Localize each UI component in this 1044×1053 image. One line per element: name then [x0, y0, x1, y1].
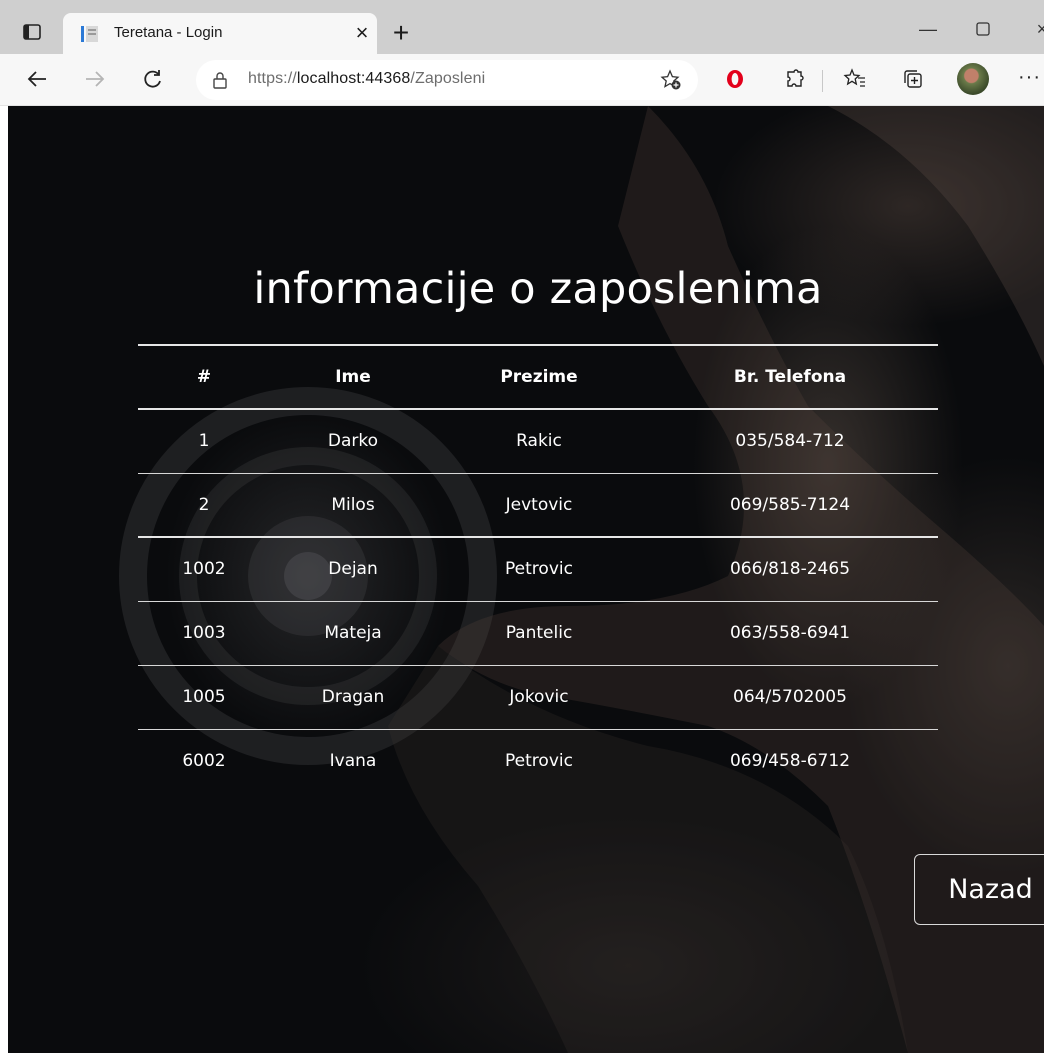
add-favorite-icon[interactable]: [660, 69, 682, 91]
close-window-icon[interactable]: ×: [1022, 14, 1044, 44]
browser-tab[interactable]: Teretana - Login ×: [63, 13, 377, 54]
toolbar-separator: [822, 70, 823, 92]
table-header-row: # Ime Prezime Br. Telefona: [138, 345, 938, 409]
address-bar[interactable]: https://localhost:44368/Zaposleni: [196, 60, 698, 100]
cell-id: 1002: [182, 559, 226, 580]
cell-last-name: Petrovic: [505, 559, 573, 580]
column-header-phone: Br. Telefona: [733, 367, 847, 387]
lock-icon[interactable]: [212, 71, 230, 89]
tab-actions-icon[interactable]: [20, 20, 44, 44]
plus-icon[interactable]: +: [386, 18, 416, 48]
cell-phone: 066/818-2465: [729, 559, 851, 580]
table-row: 1 Darko Rakic 035/584-712: [138, 409, 938, 473]
cell-id: 2: [198, 494, 210, 515]
minimize-icon[interactable]: —: [908, 14, 948, 44]
cell-phone: 069/458-6712: [729, 751, 851, 772]
cell-id: 1003: [182, 623, 226, 643]
favicon-icon: [81, 26, 99, 42]
cell-last-name: Pantelic: [505, 623, 573, 643]
cell-phone: 064/5702005: [733, 687, 847, 707]
cell-phone: 063/558-6941: [729, 623, 851, 643]
forward-icon[interactable]: [78, 62, 112, 96]
cell-phone: 069/585-7124: [729, 494, 851, 515]
table-row: 1002 Dejan Petrovic 066/818-2465: [138, 537, 938, 601]
cell-last-name: Petrovic: [505, 751, 573, 772]
column-header-first-name: Ime: [335, 367, 371, 387]
cell-last-name: Rakic: [516, 431, 562, 452]
cell-first-name: Dejan: [328, 559, 378, 580]
tab-title: Teretana - Login: [114, 24, 223, 41]
back-icon[interactable]: [20, 62, 54, 96]
browser-tab-bar: Teretana - Login × + — ×: [0, 0, 1044, 54]
column-header-id: #: [196, 367, 212, 387]
cell-id: 1005: [182, 687, 226, 707]
collections-icon[interactable]: [896, 62, 930, 96]
cell-first-name: Darko: [327, 431, 379, 452]
column-header-last-name: Prezime: [500, 367, 578, 387]
more-icon[interactable]: ···: [1018, 66, 1041, 89]
close-icon[interactable]: ×: [350, 19, 374, 47]
cell-last-name: Jevtovic: [505, 494, 573, 515]
extensions-icon[interactable]: [778, 62, 812, 96]
staff-table: # Ime Prezime Br. Telefona 1 Darko Rakic…: [138, 344, 938, 793]
table-row: 6002 Ivana Petrovic 069/458-6712: [138, 729, 938, 793]
opera-icon[interactable]: [718, 62, 752, 96]
cell-phone: 035/584-712: [735, 431, 845, 452]
cell-first-name: Ivana: [329, 751, 377, 772]
table-row: 1003 Mateja Pantelic 063/558-6941: [138, 601, 938, 665]
url-text[interactable]: https://localhost:44368/Zaposleni: [248, 70, 485, 88]
profile-avatar[interactable]: [957, 63, 989, 95]
browser-toolbar: https://localhost:44368/Zaposleni ···: [0, 54, 1044, 106]
cell-last-name: Jokovic: [509, 687, 569, 707]
page-title: informacije o zaposlenima: [253, 264, 823, 314]
table-row: 2 Milos Jevtovic 069/585-7124: [138, 473, 938, 537]
table-row: 1005 Dragan Jokovic 064/5702005: [138, 665, 938, 729]
back-button[interactable]: Nazad: [914, 854, 1044, 925]
cell-id: 1: [198, 431, 210, 452]
page-background: informacije o zaposlenima # Ime Prezime …: [8, 106, 1044, 1053]
refresh-icon[interactable]: [136, 62, 170, 96]
cell-id: 6002: [182, 751, 226, 772]
cell-first-name: Milos: [331, 494, 375, 515]
cell-first-name: Dragan: [321, 687, 385, 707]
cell-first-name: Mateja: [324, 623, 382, 643]
favorites-icon[interactable]: [838, 62, 872, 96]
maximize-icon[interactable]: [963, 14, 1003, 44]
